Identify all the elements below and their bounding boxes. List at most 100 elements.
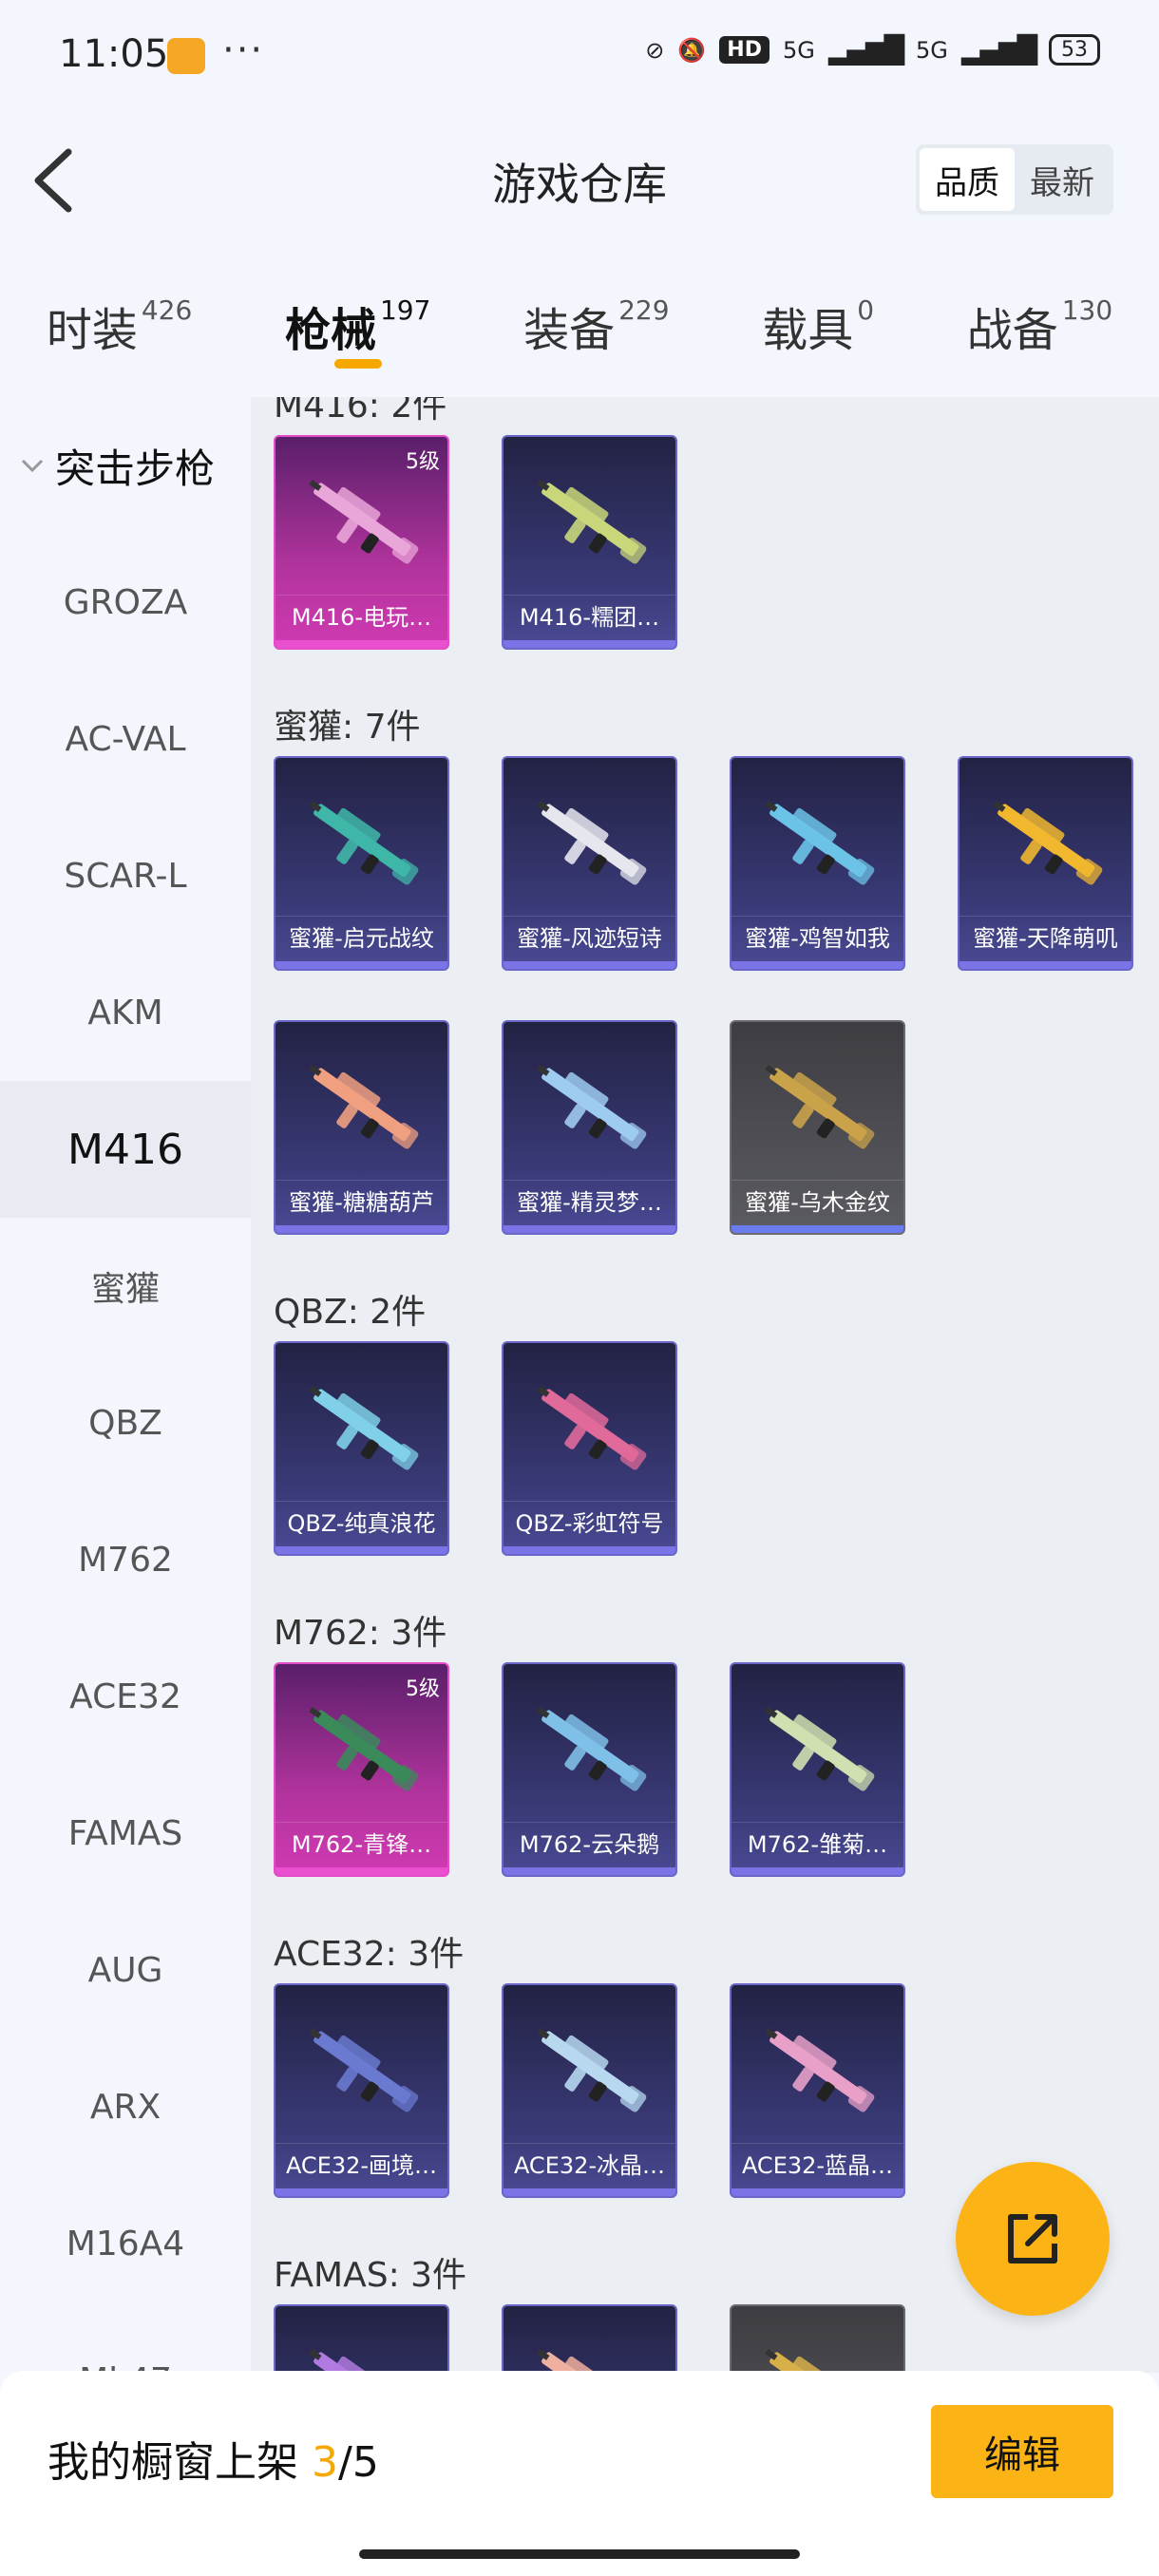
more-notifications-icon: ···	[222, 28, 265, 72]
weapon-skin-card[interactable]: QBZ-纯真浪花	[274, 1341, 449, 1556]
tab-firearms[interactable]: 枪械 197	[285, 266, 430, 399]
weapon-skin-card[interactable]: 蜜獾-天降萌叽	[958, 756, 1133, 971]
sidebar-item[interactable]: 蜜獾	[0, 1218, 251, 1354]
tab-supplies[interactable]: 战备 130	[967, 266, 1112, 399]
tab-label: 战备	[966, 304, 1058, 357]
tab-vehicles[interactable]: 载具 0	[762, 266, 874, 399]
weapon-group-title: M416: 2件	[274, 397, 447, 426]
rarity-bar	[276, 1546, 447, 1554]
sidebar-item[interactable]: SCAR-L	[0, 807, 251, 944]
weapon-skin-icon	[765, 1065, 875, 1149]
sidebar-item[interactable]: M416	[0, 1081, 251, 1218]
sidebar-item[interactable]: GROZA	[0, 534, 251, 671]
weapon-skin-card[interactable]	[730, 2304, 905, 2373]
weapon-skin-card[interactable]: 蜜獾-精灵梦…	[502, 1020, 677, 1235]
sidebar-category-header[interactable]: 突击步枪	[0, 397, 251, 534]
sort-by-quality-button[interactable]: 品质	[920, 148, 1015, 211]
weapon-skin-card[interactable]: M416-糯团…	[502, 435, 677, 650]
sidebar-item[interactable]: AUG	[0, 1902, 251, 2038]
weapon-skin-card[interactable]: 蜜獾-风迹短诗	[502, 756, 677, 971]
skin-name: 蜜獾-鸡智如我	[732, 916, 903, 959]
weapon-group-title: M762: 3件	[274, 1614, 447, 1653]
tab-count: 130	[1061, 294, 1113, 326]
sidebar-item[interactable]: ACE32	[0, 1628, 251, 1765]
sidebar-item[interactable]: M762	[0, 1491, 251, 1628]
tab-fashion[interactable]: 时装 426	[47, 266, 192, 399]
sidebar-item[interactable]: Mk47	[0, 2312, 251, 2374]
skin-name: 蜜獾-天降萌叽	[960, 916, 1131, 959]
sort-by-newest-button[interactable]: 最新	[1015, 148, 1110, 211]
chevron-down-icon	[21, 459, 44, 473]
status-bar: 11:05 ··· ⊘ 🔕 HD 5G ▂▄▆█ 5G ▂▄▆█ 53	[0, 0, 1159, 114]
weapon-skin-icon	[993, 801, 1103, 885]
showcase-bar: 我的橱窗上架 3/5 编辑	[0, 2371, 1159, 2576]
sidebar-item[interactable]: FAMAS	[0, 1765, 251, 1902]
showcase-status: 我的橱窗上架 3/5	[48, 2428, 379, 2489]
weapon-skin-icon	[537, 1065, 647, 1149]
weapon-skin-icon	[309, 2028, 419, 2112]
weapon-skin-card[interactable]: M762-雏菊…	[730, 1662, 905, 1877]
skin-name: M762-云朵鹅	[504, 1822, 675, 1866]
rarity-bar	[276, 961, 447, 969]
weapon-skin-card[interactable]: ACE32-蓝晶…	[730, 1983, 905, 2198]
weapon-group-title: ACE32: 3件	[274, 1935, 465, 1974]
skin-name: M762-雏菊…	[732, 1822, 903, 1866]
rarity-bar	[960, 961, 1131, 969]
weapon-skin-icon	[309, 801, 419, 885]
sidebar-item[interactable]: ARX	[0, 2038, 251, 2175]
rarity-bar	[732, 1867, 903, 1875]
sidebar-item[interactable]: QBZ	[0, 1354, 251, 1491]
tab-label: 时装	[46, 304, 138, 357]
skin-name: ACE32-画境…	[276, 2143, 447, 2187]
weapon-skin-card[interactable]: ACE32-画境…	[274, 1983, 449, 2198]
weapon-skin-icon	[309, 1707, 419, 1791]
status-indicators: ⊘ 🔕 HD 5G ▂▄▆█ 5G ▂▄▆█ 53	[645, 34, 1100, 66]
network-type-1: 5G	[782, 36, 815, 64]
tab-label: 载具	[762, 304, 854, 357]
tab-label: 枪械	[284, 304, 376, 357]
sidebar-item[interactable]: AKM	[0, 944, 251, 1081]
signal-icon-2: ▂▄▆█	[960, 34, 1037, 66]
weapon-skin-card[interactable]	[502, 2304, 677, 2373]
tab-equipment[interactable]: 装备 229	[523, 266, 669, 399]
rarity-bar	[276, 640, 447, 648]
weapon-skin-card[interactable]: 蜜獾-乌木金纹	[730, 1020, 905, 1235]
weapon-skin-card[interactable]: 5级 M416-电玩…	[274, 435, 449, 650]
network-type-2: 5G	[915, 36, 948, 64]
sidebar-item[interactable]: AC-VAL	[0, 671, 251, 807]
header: 游戏仓库 品质 最新	[0, 114, 1159, 247]
tab-count: 0	[857, 294, 875, 326]
weapon-skin-icon	[765, 2349, 867, 2373]
weapon-skin-icon	[309, 480, 419, 564]
rarity-bar	[276, 2188, 447, 2196]
sidebar-item[interactable]: M16A4	[0, 2175, 251, 2312]
tab-count: 426	[141, 294, 193, 326]
weapon-skin-card[interactable]: 蜜獾-糖糖葫芦	[274, 1020, 449, 1235]
weapon-skin-card[interactable]: ACE32-冰晶…	[502, 1983, 677, 2198]
weapon-skin-card[interactable]: QBZ-彩虹符号	[502, 1341, 677, 1556]
showcase-current-count: 3	[312, 2438, 338, 2487]
skin-name: 蜜獾-风迹短诗	[504, 916, 675, 959]
weapon-skin-icon	[765, 2028, 875, 2112]
skin-name: 蜜獾-乌木金纹	[732, 1180, 903, 1223]
tab-count: 197	[379, 294, 431, 326]
weapon-skin-icon	[537, 2028, 647, 2112]
weapon-skin-card[interactable]: 蜜獾-鸡智如我	[730, 756, 905, 971]
tab-count: 229	[618, 294, 670, 326]
weapon-skin-card[interactable]: 蜜獾-启元战纹	[274, 756, 449, 971]
link-icon: ⊘	[645, 36, 665, 64]
weapon-skin-card[interactable]: M762-云朵鹅	[502, 1662, 677, 1877]
weapon-row: 蜜獾-糖糖葫芦 蜜獾-精灵梦… 蜜獾-乌木金纹	[274, 1020, 1159, 1235]
weapon-skin-icon	[537, 480, 647, 564]
skin-name: 蜜獾-糖糖葫芦	[276, 1180, 447, 1223]
share-button[interactable]	[956, 2162, 1110, 2316]
weapon-skin-card[interactable]	[274, 2304, 449, 2373]
weapon-skin-icon	[765, 801, 875, 885]
mute-icon: 🔕	[677, 36, 707, 64]
home-indicator[interactable]	[359, 2549, 800, 2559]
rarity-bar	[732, 2188, 903, 2196]
edit-button[interactable]: 编辑	[931, 2405, 1113, 2498]
skin-name: 蜜獾-启元战纹	[276, 916, 447, 959]
hd-icon: HD	[719, 36, 770, 64]
weapon-skin-card[interactable]: 5级 M762-青锋…	[274, 1662, 449, 1877]
